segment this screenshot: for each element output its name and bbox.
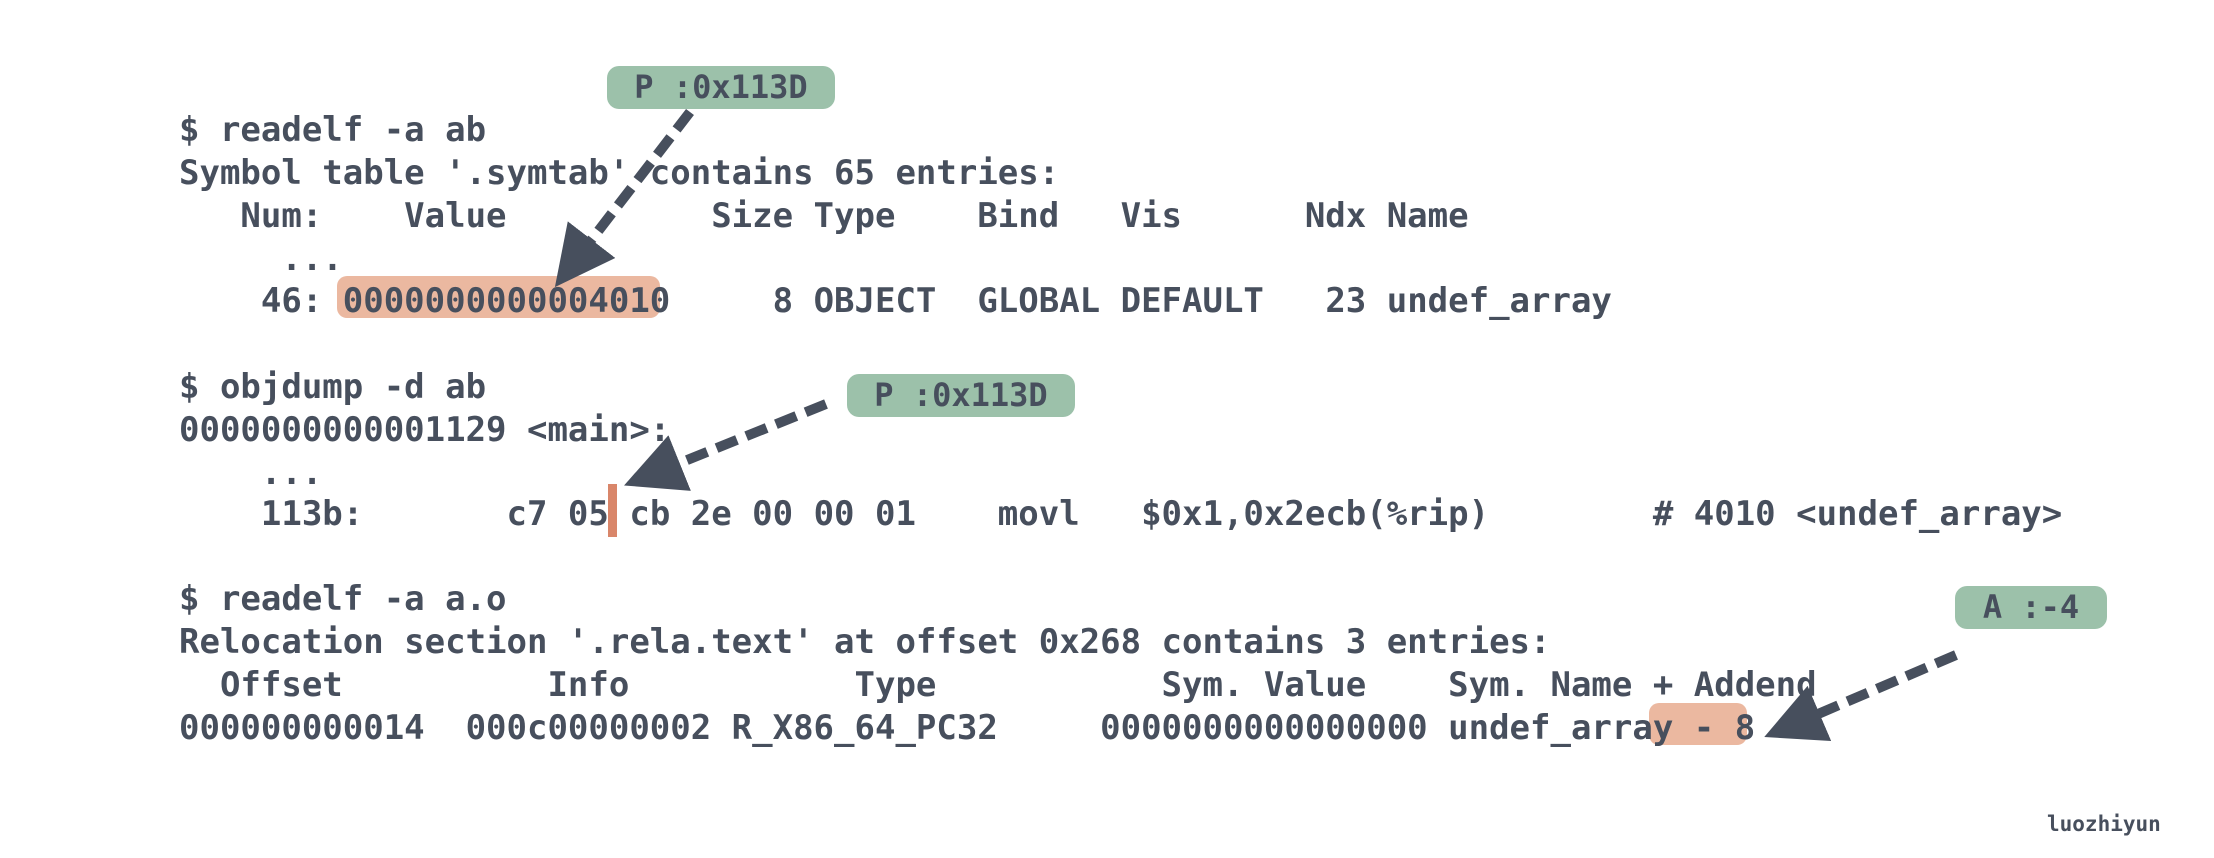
instruction-operand-rest: cb 2e 00 00 01 movl $0x1,0x2ecb(%rip) # … [629, 494, 2063, 534]
rela-row: 000000000014 000c00000002 R_X86_64_PC32 … [179, 707, 1755, 750]
symtab-title: Symbol table '.symtab' contains 65 entri… [179, 153, 1060, 193]
instruction-row: 113b: c7 05 cb 2e 00 00 01 movl $0x1,0x2… [179, 493, 2062, 536]
symtab-row-rest: 8 OBJECT GLOBAL DEFAULT 23 undef_array [670, 281, 1612, 321]
rela-row-fields: 000000000014 000c00000002 R_X86_64_PC32 … [179, 708, 1694, 748]
arrow-p-to-instruction [624, 399, 828, 491]
symtab-row-num: 46: [179, 281, 343, 321]
rela-addend: - 8 [1693, 708, 1756, 748]
readelf-ao-command: $ readelf -a a.o [179, 579, 507, 619]
objdump-ellipsis: ... [179, 453, 323, 493]
p-badge-top: P :0x113D [607, 66, 835, 109]
symtab-header: Num: Value Size Type Bind Vis Ndx Name [179, 196, 1469, 236]
rela-title: Relocation section '.rela.text' at offse… [179, 622, 1551, 662]
symtab-ellipsis: ... [179, 239, 343, 279]
symtab-row: 46: 0000000000004010 8 OBJECT GLOBAL DEF… [179, 280, 1612, 323]
a-badge: A :-4 [1955, 586, 2107, 629]
p-badge-middle: P :0x113D [847, 374, 1075, 417]
symbol-value: 0000000000004010 [342, 281, 671, 321]
rela-header: Offset Info Type Sym. Value Sym. Name + … [179, 665, 1817, 705]
main-function-label: 0000000000001129 <main>: [179, 410, 671, 450]
readelf-ab-command: $ readelf -a ab [179, 110, 487, 150]
instruction-address-opcode: 113b: c7 05 [179, 494, 630, 534]
author-watermark: luozhiyun [2047, 812, 2161, 836]
objdump-command: $ objdump -d ab [179, 367, 487, 407]
